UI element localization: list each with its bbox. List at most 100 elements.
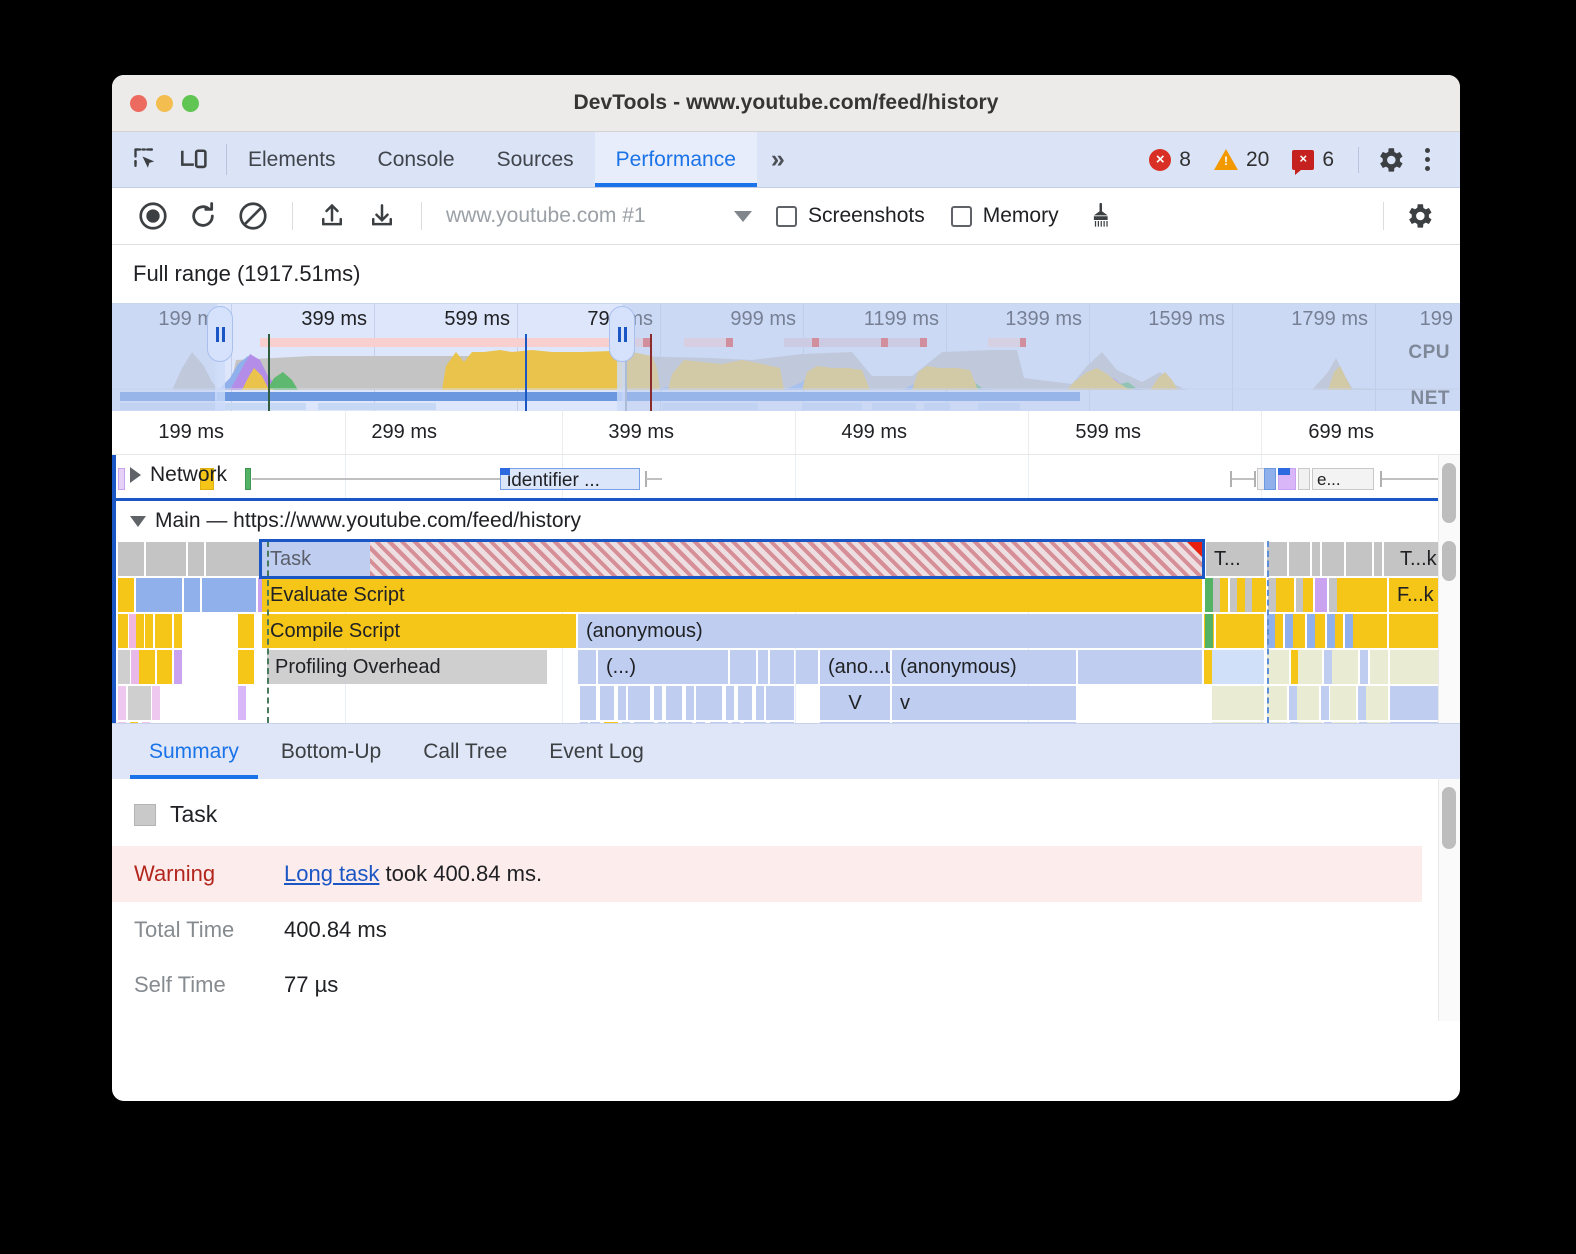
clear-icon[interactable] [230, 193, 276, 239]
toolbar-divider-1 [292, 202, 293, 230]
flame-entry-v-lower[interactable]: v [892, 686, 1076, 720]
summary-panel: Task Warning Long task took 400.84 ms. T… [112, 779, 1460, 1021]
flame-entry-a-decorate[interactable]: a.decorate [892, 722, 1076, 723]
status-divider [1358, 147, 1359, 173]
issue-count: 6 [1322, 148, 1334, 172]
memory-checkbox-box [951, 206, 972, 227]
track-selection-indicator [112, 455, 116, 723]
flame-entry-anonymous[interactable]: (anonymous) [578, 614, 1202, 648]
screenshots-label: Screenshots [808, 204, 925, 228]
summary-row-self-time: Self Time 77 µs [112, 957, 1460, 1012]
self-time-label: Self Time [134, 972, 262, 998]
upload-profile-icon[interactable] [309, 193, 355, 239]
profile-select[interactable]: www.youtube.com #1 [446, 204, 766, 228]
summary-warning-row: Warning Long task took 400.84 ms. [112, 846, 1422, 902]
overview-window-left-handle[interactable] [207, 306, 233, 362]
timeline-overview[interactable]: 199 ms 399 ms 599 ms 799 ms 999 ms 1199 … [112, 303, 1460, 411]
download-profile-icon[interactable] [359, 193, 405, 239]
cpu-track-label: CPU [1408, 342, 1450, 364]
fcp-flame-marker [1267, 541, 1269, 723]
flame-entry-dots[interactable]: (...) [598, 650, 728, 684]
maximize-window-button[interactable] [182, 95, 199, 112]
tab-event-log[interactable]: Event Log [530, 724, 663, 779]
reload-record-icon[interactable] [180, 193, 226, 239]
traffic-lights [130, 95, 199, 112]
network-request[interactable] [1298, 468, 1310, 490]
tab-sources[interactable]: Sources [476, 132, 595, 187]
main-flame-chart[interactable]: Task T... T...k [112, 541, 1460, 723]
network-track-header[interactable]: Network [130, 463, 227, 487]
warning-counter[interactable]: 20 [1205, 148, 1278, 172]
timeline-tracks[interactable]: Network identifier ... e... [112, 455, 1460, 723]
ruler-tick-2: 399 ms [608, 421, 682, 444]
tracks-scrollbar-thumb-upper[interactable] [1442, 463, 1456, 523]
overview-dim-right [622, 304, 1460, 411]
screenshots-checkbox[interactable]: Screenshots [776, 204, 925, 228]
track-network[interactable]: Network identifier ... e... [112, 455, 1460, 501]
kebab-menu-icon[interactable] [1411, 148, 1444, 171]
flame-entry-evaluate-script[interactable]: Evaluate Script [262, 578, 1202, 612]
flame-row-2: Compile Script (anonymous) [112, 613, 1460, 649]
network-request[interactable] [118, 468, 125, 490]
dcl-flame-marker [267, 541, 269, 723]
network-waterfall-line [252, 478, 500, 480]
flame-entry-profiling-overhead[interactable]: Profiling Overhead [267, 650, 547, 684]
self-time-value: 77 µs [284, 972, 338, 998]
more-tabs-icon[interactable]: » [757, 132, 799, 187]
flame-entry-v-upper[interactable]: V [820, 686, 890, 720]
flame-row-4: V v [112, 685, 1460, 721]
flame-entry[interactable]: T... [1206, 542, 1264, 576]
flame-row-5: Phb a.decorate [112, 721, 1460, 723]
long-task-link[interactable]: Long task [284, 861, 379, 886]
screenshots-checkbox-box [776, 206, 797, 227]
flame-entry[interactable]: (ano...us) [820, 650, 890, 684]
warning-label: Warning [134, 861, 262, 887]
devtools-window: DevTools - www.youtube.com/feed/history … [112, 75, 1460, 1101]
minimize-window-button[interactable] [156, 95, 173, 112]
collect-garbage-icon[interactable] [1079, 193, 1125, 239]
ruler-tick-4: 599 ms [1075, 421, 1149, 444]
flame-entry-phb[interactable]: Phb [820, 722, 890, 723]
tab-call-tree[interactable]: Call Tree [404, 724, 526, 779]
close-window-button[interactable] [130, 95, 147, 112]
tracks-scrollbar-thumb-lower[interactable] [1442, 541, 1456, 581]
overview-tick-1: 399 ms [301, 308, 374, 331]
network-request[interactable] [1264, 468, 1276, 490]
flame-entry-compile-script[interactable]: Compile Script [262, 614, 576, 648]
tab-performance[interactable]: Performance [595, 132, 757, 187]
chevron-down-icon [734, 211, 752, 222]
toolbar-divider-2 [421, 202, 422, 230]
issues-counter[interactable]: × 6 [1283, 148, 1343, 172]
warning-count: 20 [1246, 148, 1269, 172]
network-request-phase [500, 468, 510, 475]
gear-icon[interactable] [1374, 144, 1406, 176]
overview-window-right-handle[interactable] [609, 306, 635, 362]
flame-row-1: Evaluate Script F...k [112, 577, 1460, 613]
error-icon: × [1149, 149, 1171, 171]
fcp-marker [525, 334, 527, 411]
tab-bottom-up[interactable]: Bottom-Up [262, 724, 400, 779]
summary-event-title: Task [112, 779, 1460, 828]
network-request-label: e... [1317, 470, 1341, 490]
tab-console[interactable]: Console [357, 132, 476, 187]
memory-checkbox[interactable]: Memory [951, 204, 1059, 228]
gear-icon[interactable] [1396, 193, 1442, 239]
error-counter[interactable]: × 8 [1140, 148, 1200, 172]
network-request[interactable] [245, 468, 251, 490]
record-icon[interactable] [130, 193, 176, 239]
tab-elements[interactable]: Elements [227, 132, 357, 187]
summary-scrollbar-thumb[interactable] [1442, 787, 1456, 849]
window-title-bar: DevTools - www.youtube.com/feed/history [112, 75, 1460, 132]
window-title: DevTools - www.youtube.com/feed/history [112, 91, 1460, 115]
flame-entry-anonymous-2[interactable]: (anonymous) [892, 650, 1076, 684]
main-track-header[interactable]: Main — https://www.youtube.com/feed/hist… [112, 501, 1460, 541]
inspect-element-icon[interactable] [132, 146, 160, 174]
flame-row-3: Profiling Overhead (...) (ano...us) (ano… [112, 649, 1460, 685]
device-toolbar-icon[interactable] [180, 146, 210, 174]
issue-icon: × [1292, 150, 1314, 170]
overview-tick-2: 599 ms [444, 308, 517, 331]
network-request-label: identifier ... [507, 470, 600, 492]
event-color-swatch [134, 804, 156, 826]
tab-summary[interactable]: Summary [130, 724, 258, 779]
main-track-label: Main — https://www.youtube.com/feed/hist… [155, 509, 581, 533]
